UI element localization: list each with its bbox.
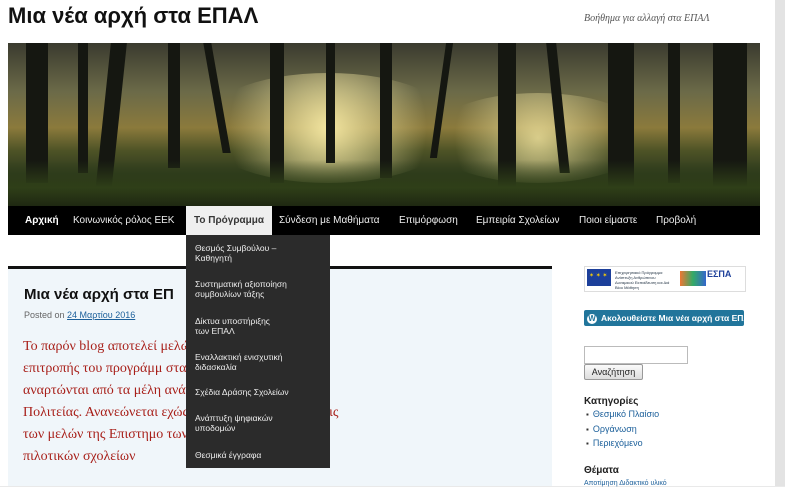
submenu-item-support-networks[interactable]: Δίκτυα υποστήριξης των ΕΠΑΛ: [195, 316, 323, 336]
site-title[interactable]: Μια νέα αρχή στα ΕΠΑΛ: [8, 3, 258, 29]
submenu-item-action-plans[interactable]: Σχέδια Δράσης Σχολείων: [195, 387, 323, 397]
nav-item-courses[interactable]: Σύνδεση με Μαθήματα: [279, 206, 380, 235]
posted-prefix: Posted on: [24, 310, 65, 320]
submenu-item-label: Ανάπτυξη ψηφιακών: [195, 413, 273, 423]
follow-label: Ακολουθείστε Μια νέα αρχή στα ΕΠΑΛ: [601, 313, 756, 323]
nav-item-program[interactable]: Το Πρόγραμμα: [186, 206, 273, 235]
submenu-item-official-documents[interactable]: Θεσμικά έγγραφα: [195, 450, 323, 460]
submenu-item-digital-infrastructure[interactable]: Ανάπτυξη ψηφιακών υποδομών: [195, 413, 323, 433]
search-button[interactable]: Αναζήτηση: [584, 364, 643, 380]
search-input[interactable]: [584, 346, 688, 364]
nav-item-social-role[interactable]: Κοινωνικός ρόλος ΕΕΚ: [73, 206, 174, 235]
nav-item-training[interactable]: Επιμόρφωση: [399, 206, 458, 235]
post-meta: Posted on 24 Μαρτίου 2016: [24, 310, 135, 320]
tags-title: Θέματα: [584, 465, 619, 476]
submenu-item-label: Θεσμικά έγγραφα: [195, 450, 262, 460]
submenu-item-label: Σχέδια Δράσης Σχολείων: [195, 387, 289, 397]
submenu-item-label: Εναλλακτική ενισχυτική: [195, 352, 283, 362]
nav-item-home[interactable]: Αρχική: [25, 206, 59, 235]
categories-title: Κατηγορίες: [584, 396, 639, 407]
category-link[interactable]: Οργάνωση: [586, 424, 637, 434]
main-navigation: Αρχική Κοινωνικός ρόλος ΕΕΚ Το Πρόγραμμα…: [8, 206, 760, 235]
site-tagline: Βοήθημα για αλλαγή στα ΕΠΑΛ: [584, 13, 710, 24]
post-date-link[interactable]: 24 Μαρτίου 2016: [67, 310, 135, 320]
category-link[interactable]: Θεσμικό Πλαίσιο: [586, 409, 659, 419]
submenu-item-label: διδασκαλία: [195, 362, 237, 372]
scrollbar-area[interactable]: [775, 0, 785, 486]
post-title[interactable]: Μια νέα αρχή στα ΕΠ: [24, 286, 174, 303]
header-banner-image: [8, 43, 760, 206]
eu-flag-icon: [587, 269, 611, 286]
follow-blog-button[interactable]: W Ακολουθείστε Μια νέα αρχή στα ΕΠΑΛ: [584, 310, 755, 326]
page: Μια νέα αρχή στα ΕΠΑΛ Βοήθημα για αλλαγή…: [0, 0, 775, 487]
submenu-item-label: συμβουλίων τάξης: [195, 289, 265, 299]
nav-item-promotion[interactable]: Προβολή: [656, 206, 696, 235]
submenu-item-label: των ΕΠΑΛ: [195, 326, 235, 336]
submenu-item-label: Δίκτυα υποστήριξης: [195, 316, 270, 326]
logo-caption: Επιχειρησιακό Πρόγραμμα Ανάπτυξη Ανθρώπι…: [615, 270, 670, 290]
nav-item-about[interactable]: Ποιοι είμαστε: [579, 206, 637, 235]
submenu-item-label: Συστηματική αξιοποίηση: [195, 279, 287, 289]
submenu-item-label: Θεσμός Συμβούλου –: [195, 243, 277, 253]
submenu-item-label: Καθηγητή: [195, 253, 232, 263]
submenu-item-counselor[interactable]: Θεσμός Συμβούλου – Καθηγητή: [195, 243, 323, 263]
espa-logo-text: ΕΣΠΑ: [707, 269, 732, 279]
program-submenu: Θεσμός Συμβούλου – Καθηγητή Συστηματική …: [186, 235, 330, 468]
submenu-item-label: υποδομών: [195, 423, 236, 433]
nav-item-school-experience[interactable]: Εμπειρία Σχολείων: [476, 206, 560, 235]
espa-logo-banner[interactable]: Επιχειρησιακό Πρόγραμμα Ανάπτυξη Ανθρώπι…: [584, 266, 746, 292]
submenu-item-remedial-teaching[interactable]: Εναλλακτική ενισχυτική διδασκαλία: [195, 352, 323, 372]
wordpress-icon: W: [587, 313, 597, 324]
program-logo-icon: [680, 271, 706, 286]
category-link[interactable]: Περιεχόμενο: [586, 438, 643, 448]
submenu-item-class-councils[interactable]: Συστηματική αξιοποίηση συμβουλίων τάξης: [195, 279, 323, 299]
